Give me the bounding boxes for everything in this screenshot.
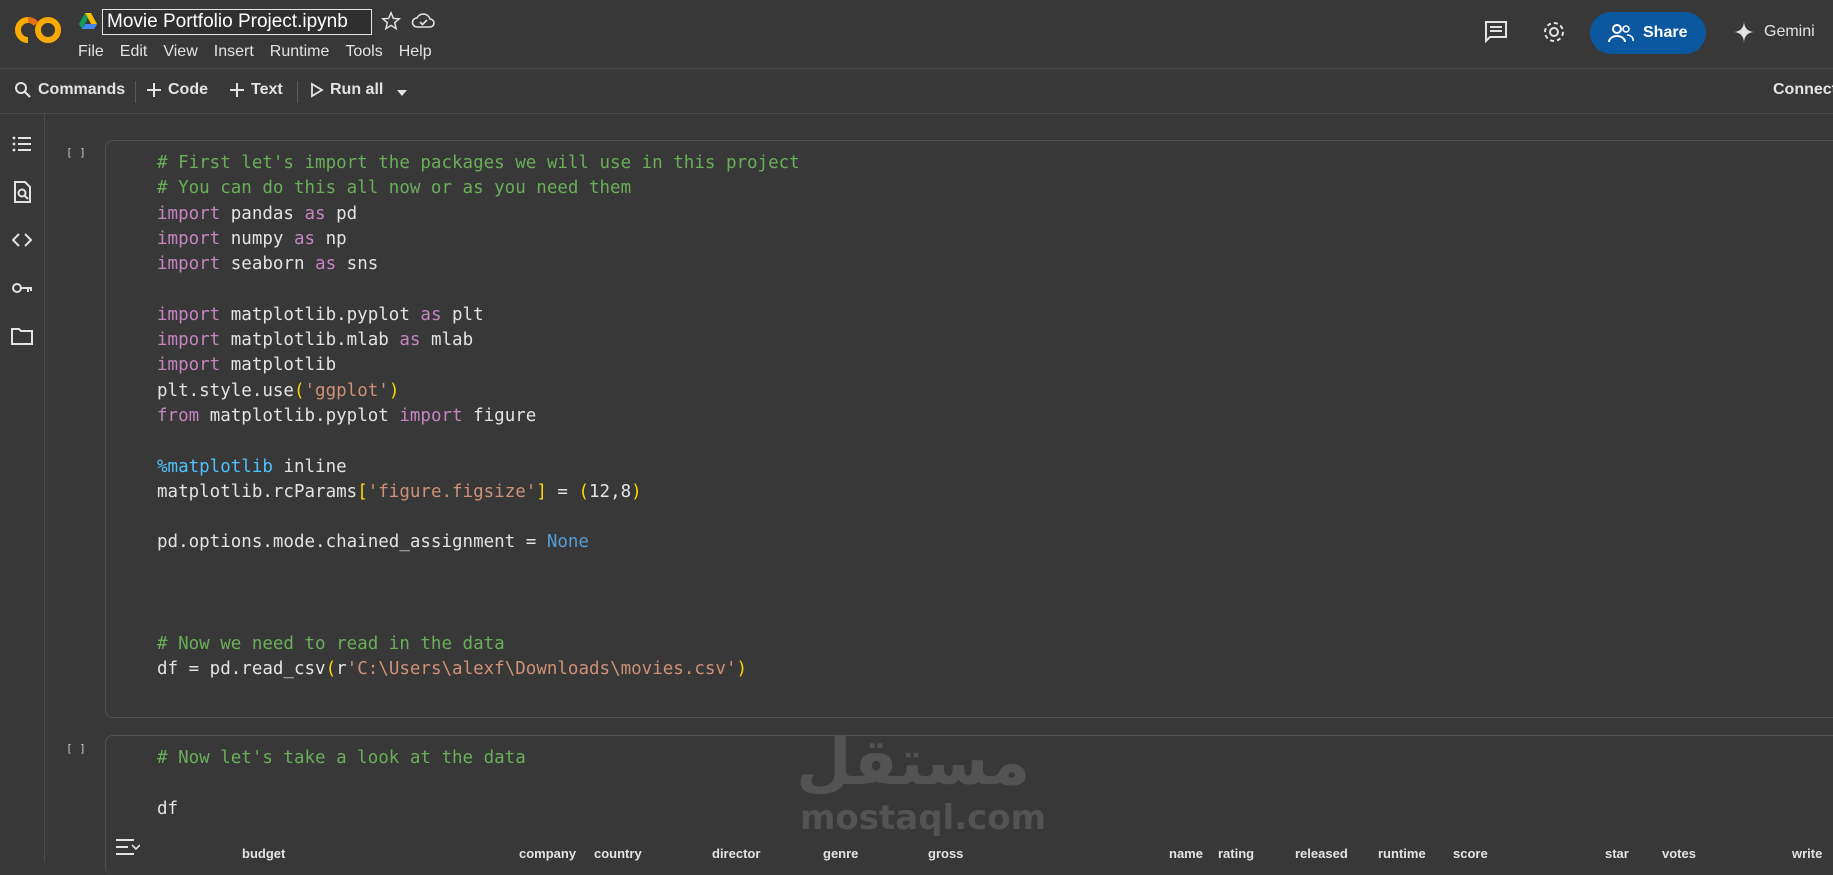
play-icon: [311, 82, 324, 98]
code-line: # Now let's take a look at the data: [157, 748, 526, 768]
column-header: runtime: [1378, 846, 1426, 861]
share-label: Share: [1643, 24, 1688, 41]
code-line: %matplotlib inline: [157, 456, 347, 477]
code-line: plt.style.use('ggplot'): [157, 380, 400, 401]
menu-edit[interactable]: Edit: [120, 43, 148, 63]
menu-bar: File Edit View Insert Runtime Tools Help: [78, 43, 448, 63]
star-icon[interactable]: [380, 10, 402, 32]
code-line: import pandas as pd: [157, 203, 358, 224]
run-all-label: Run all: [330, 81, 384, 98]
menu-file[interactable]: File: [78, 43, 104, 63]
plus-icon: [147, 83, 161, 97]
code-line: # First let's import the packages we wil…: [157, 153, 800, 173]
code-line: matplotlib.rcParams['figure.figsize'] = …: [157, 481, 642, 502]
column-header: rating: [1218, 846, 1255, 861]
code-line: pd.options.mode.chained_assignment = Non…: [157, 532, 589, 553]
header: Movie Portfolio Project.ipynb File Edit …: [0, 0, 1833, 69]
chevron-down-icon[interactable]: [396, 89, 408, 97]
commands-button[interactable]: Commands: [14, 81, 125, 99]
gemini-sparkle-icon: [1733, 21, 1755, 43]
code-line: from matplotlib.pyplot import figure: [157, 405, 537, 426]
gemini-button[interactable]: Gemini: [1732, 20, 1815, 44]
left-side-rail: [0, 114, 45, 862]
code-line: import matplotlib.mlab as mlab: [157, 330, 474, 351]
settings-gear-icon[interactable]: [1540, 18, 1568, 46]
column-header: released: [1295, 846, 1348, 861]
code-line: # Now we need to read in the data: [157, 633, 505, 654]
menu-runtime[interactable]: Runtime: [270, 43, 330, 63]
code-line: df = pd.read_csv(r'C:\Users\alexf\Downlo…: [157, 658, 748, 679]
column-header: company: [519, 846, 577, 861]
menu-help[interactable]: Help: [399, 43, 432, 63]
column-header: name: [1169, 846, 1203, 861]
column-header: votes: [1662, 846, 1696, 861]
code-cell-source[interactable]: # First let's import the packages we wil…: [157, 151, 800, 682]
plus-icon: [230, 83, 244, 97]
people-icon: [1608, 24, 1634, 43]
notebook-title-input[interactable]: Movie Portfolio Project.ipynb: [102, 9, 372, 35]
menu-tools[interactable]: Tools: [345, 43, 382, 63]
toolbar-divider: [297, 81, 298, 103]
code-line: import numpy as np: [157, 228, 347, 249]
code-cell-source[interactable]: # Now let's take a look at the data df: [157, 746, 526, 822]
column-header: country: [594, 846, 642, 861]
menu-view[interactable]: View: [163, 43, 197, 63]
code-line: # You can do this all now or as you need…: [157, 178, 632, 199]
table-of-contents-icon[interactable]: [10, 132, 34, 156]
column-header: write: [1792, 846, 1823, 861]
share-button[interactable]: Share: [1590, 12, 1706, 54]
add-text-button[interactable]: Text: [229, 81, 283, 99]
run-all-button[interactable]: Run all: [310, 81, 383, 99]
code-line: import seaborn as sns: [157, 254, 379, 275]
column-header: star: [1605, 846, 1629, 861]
column-header: director: [712, 846, 761, 861]
gemini-label: Gemini: [1764, 23, 1815, 40]
dataframe-header-row: budget company country director genre gr…: [0, 846, 1833, 862]
add-code-button[interactable]: Code: [146, 81, 208, 99]
column-header: score: [1453, 846, 1488, 861]
add-code-label: Code: [168, 81, 208, 98]
code-line: import matplotlib: [157, 355, 337, 376]
google-drive-icon[interactable]: [78, 12, 98, 30]
search-icon: [15, 82, 31, 98]
secrets-key-icon[interactable]: [10, 276, 34, 300]
cell-execution-marker[interactable]: [ ]: [66, 742, 86, 755]
colab-logo[interactable]: [14, 14, 62, 46]
find-icon[interactable]: [10, 180, 34, 204]
connect-button[interactable]: Connect: [1773, 81, 1833, 99]
column-header: budget: [242, 846, 286, 861]
menu-insert[interactable]: Insert: [214, 43, 254, 63]
toolbar-divider: [135, 81, 136, 103]
column-header: genre: [823, 846, 859, 861]
code-snippets-icon[interactable]: [10, 228, 34, 252]
files-folder-icon[interactable]: [10, 324, 34, 348]
code-line: import matplotlib.pyplot as plt: [157, 304, 484, 325]
column-header: gross: [928, 846, 964, 861]
code-line: df: [157, 798, 179, 819]
cell-execution-marker[interactable]: [ ]: [66, 146, 86, 159]
commands-label: Commands: [38, 81, 126, 98]
cloud-saved-icon[interactable]: [410, 10, 436, 32]
notebook-toolbar: Commands Code Text Run all Connect: [0, 69, 1833, 114]
comments-icon[interactable]: [1482, 18, 1510, 46]
add-text-label: Text: [251, 81, 283, 98]
